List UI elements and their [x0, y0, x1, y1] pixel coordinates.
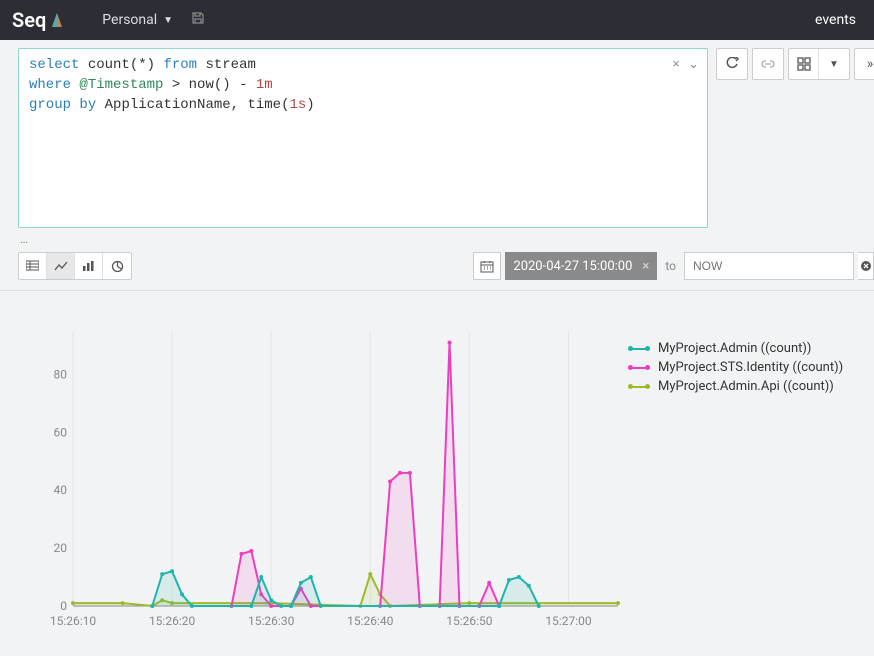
bar-chart-button[interactable]: [75, 253, 103, 279]
workspace-selector[interactable]: Personal ▼: [94, 8, 181, 32]
date-to-label: to: [661, 259, 680, 273]
legend-label: MyProject.STS.Identity ((count)): [658, 360, 843, 375]
legend-swatch-icon: [628, 386, 650, 388]
date-picker-from-button[interactable]: [473, 252, 501, 280]
chart-plot[interactable]: 15:26:10 15:26:20 15:26:30 15:26:40 15:26:50…: [38, 321, 628, 631]
query-row: select count(*) from stream where @Times…: [18, 48, 874, 228]
date-from-chip[interactable]: 2020-04-27 15:00:00 ×: [505, 252, 657, 280]
svg-text:80: 80: [54, 367, 68, 381]
svg-text:15:26:20: 15:26:20: [149, 614, 196, 628]
chart-container: 15:26:10 15:26:20 15:26:30 15:26:40 15:26:50…: [18, 291, 874, 631]
run-button[interactable]: [717, 49, 747, 79]
legend-swatch-icon: [628, 367, 650, 369]
app-header: Seq Personal ▼ events: [0, 0, 874, 40]
legend-item-2[interactable]: MyProject.STS.Identity ((count)): [628, 360, 843, 375]
legend-label: MyProject.Admin ((count)): [658, 341, 811, 356]
more-button[interactable]: »: [855, 49, 874, 79]
legend-item-1[interactable]: MyProject.Admin ((count)): [628, 341, 843, 356]
svg-text:20: 20: [54, 541, 68, 555]
svg-text:15:27:00: 15:27:00: [545, 614, 592, 628]
pie-chart-button[interactable]: [103, 253, 131, 279]
link-button[interactable]: [753, 49, 783, 79]
svg-text:60: 60: [54, 425, 68, 439]
svg-text:0: 0: [60, 599, 67, 613]
svg-text:15:26:40: 15:26:40: [347, 614, 394, 628]
svg-text:15:26:10: 15:26:10: [50, 614, 97, 628]
logo-icon: [50, 11, 64, 29]
query-clear-button[interactable]: ×: [672, 55, 680, 75]
results-toolbar: 2020-04-27 15:00:00 × to: [18, 252, 874, 280]
chart-type-group: [18, 252, 132, 280]
chevron-down-icon: ▼: [163, 15, 173, 26]
legend-label: MyProject.Admin.Api ((count)): [658, 379, 834, 394]
query-expand-button[interactable]: ⌄: [688, 55, 699, 75]
query-side-buttons: ▼ »: [716, 48, 874, 80]
save-button[interactable]: [191, 11, 205, 29]
legend-item-3[interactable]: MyProject.Admin.Api ((count)): [628, 379, 843, 394]
logo: Seq: [12, 8, 64, 32]
table-view-button[interactable]: [19, 253, 47, 279]
line-chart-button[interactable]: [47, 253, 75, 279]
svg-text:15:26:50: 15:26:50: [446, 614, 493, 628]
events-link[interactable]: events: [809, 12, 862, 28]
query-editor[interactable]: select count(*) from stream where @Times…: [18, 48, 708, 228]
date-to-input[interactable]: [684, 252, 854, 280]
date-range-controls: 2020-04-27 15:00:00 × to: [473, 252, 874, 280]
legend-swatch-icon: [628, 348, 650, 350]
workspace-label: Personal: [102, 12, 157, 28]
signal-bar[interactable]: …: [18, 228, 874, 252]
svg-text:40: 40: [54, 483, 68, 497]
dashboard-dropdown[interactable]: ▼: [819, 49, 849, 79]
date-clear-button[interactable]: [858, 252, 874, 280]
dashboard-button[interactable]: [789, 49, 819, 79]
chart-legend: MyProject.Admin ((count)) MyProject.STS.…: [628, 321, 843, 631]
svg-text:15:26:30: 15:26:30: [248, 614, 295, 628]
date-from-clear[interactable]: ×: [642, 259, 649, 274]
date-from-value: 2020-04-27 15:00:00: [513, 259, 632, 274]
logo-text: Seq: [12, 8, 46, 32]
